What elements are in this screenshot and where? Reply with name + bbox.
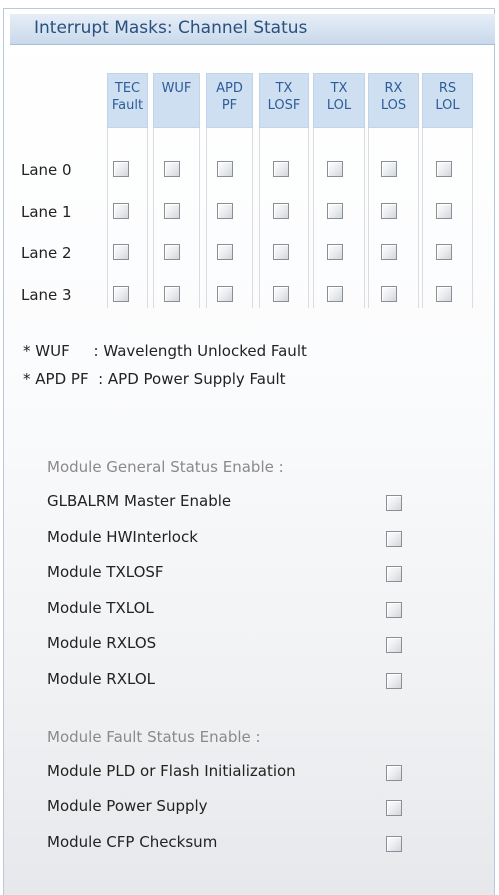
lane-0-tx-losf-checkbox[interactable] bbox=[273, 161, 289, 177]
lane-label-3: Lane 3 bbox=[21, 286, 72, 304]
column-header-apd-pf: APD PF bbox=[206, 73, 253, 128]
lane-2-rs-lol-checkbox[interactable] bbox=[436, 244, 452, 260]
lane-2-wuf-checkbox[interactable] bbox=[164, 244, 180, 260]
module-hwinterlock-checkbox[interactable] bbox=[386, 531, 402, 547]
lane-3-tx-losf-checkbox[interactable] bbox=[273, 286, 289, 302]
lane-2-tec-fault-checkbox[interactable] bbox=[113, 244, 129, 260]
lane-0-rx-los-checkbox[interactable] bbox=[381, 161, 397, 177]
lane-0-tx-lol-checkbox[interactable] bbox=[327, 161, 343, 177]
lane-0-wuf-checkbox[interactable] bbox=[164, 161, 180, 177]
module-txlosf-label: Module TXLOSF bbox=[47, 563, 164, 581]
lane-0-apd-pf-checkbox[interactable] bbox=[217, 161, 233, 177]
lane-3-rx-los-checkbox[interactable] bbox=[381, 286, 397, 302]
column-header-rx-los: RX LOS bbox=[368, 73, 419, 128]
module-rxlol-checkbox[interactable] bbox=[386, 673, 402, 689]
lane-1-rs-lol-checkbox[interactable] bbox=[436, 203, 452, 219]
lane-3-apd-pf-checkbox[interactable] bbox=[217, 286, 233, 302]
lane-0-tec-fault-checkbox[interactable] bbox=[113, 161, 129, 177]
column-header-rs-lol: RS LOL bbox=[422, 73, 473, 128]
lane-3-rs-lol-checkbox[interactable] bbox=[436, 286, 452, 302]
lane-3-wuf-checkbox[interactable] bbox=[164, 286, 180, 302]
lane-label-0: Lane 0 bbox=[21, 161, 72, 179]
module-power-supply-label: Module Power Supply bbox=[47, 797, 208, 815]
lane-1-apd-pf-checkbox[interactable] bbox=[217, 203, 233, 219]
lane-1-tx-lol-checkbox[interactable] bbox=[327, 203, 343, 219]
lane-3-tx-lol-checkbox[interactable] bbox=[327, 286, 343, 302]
lane-0-rs-lol-checkbox[interactable] bbox=[436, 161, 452, 177]
lane-1-tx-losf-checkbox[interactable] bbox=[273, 203, 289, 219]
general-status-section-label: Module General Status Enable : bbox=[47, 458, 284, 476]
module-cfp-checksum-checkbox[interactable] bbox=[386, 836, 402, 852]
column-header-tx-losf: TX LOSF bbox=[259, 73, 309, 128]
lane-2-tx-lol-checkbox[interactable] bbox=[327, 244, 343, 260]
module-txlosf-checkbox[interactable] bbox=[386, 566, 402, 582]
note-apd-pf: * APD PF : APD Power Supply Fault bbox=[23, 370, 286, 388]
column-header-tec-fault: TEC Fault bbox=[107, 73, 148, 128]
module-pld-flash-init-label: Module PLD or Flash Initialization bbox=[47, 762, 296, 780]
module-pld-flash-init-checkbox[interactable] bbox=[386, 765, 402, 781]
lane-1-tec-fault-checkbox[interactable] bbox=[113, 203, 129, 219]
module-rxlos-label: Module RXLOS bbox=[47, 634, 157, 652]
lane-label-1: Lane 1 bbox=[21, 203, 72, 221]
fault-status-section-label: Module Fault Status Enable : bbox=[47, 728, 261, 746]
column-header-tx-lol: TX LOL bbox=[313, 73, 365, 128]
lane-3-tec-fault-checkbox[interactable] bbox=[113, 286, 129, 302]
module-rxlos-checkbox[interactable] bbox=[386, 637, 402, 653]
module-hwinterlock-label: Module HWInterlock bbox=[47, 528, 198, 546]
lane-1-rx-los-checkbox[interactable] bbox=[381, 203, 397, 219]
note-wuf: * WUF : Wavelength Unlocked Fault bbox=[23, 342, 307, 360]
lane-1-wuf-checkbox[interactable] bbox=[164, 203, 180, 219]
lane-label-2: Lane 2 bbox=[21, 244, 72, 262]
module-rxlol-label: Module RXLOL bbox=[47, 670, 155, 688]
lane-2-apd-pf-checkbox[interactable] bbox=[217, 244, 233, 260]
column-header-wuf: WUF bbox=[153, 73, 200, 128]
panel-title: Interrupt Masks: Channel Status bbox=[34, 18, 308, 38]
lane-2-tx-losf-checkbox[interactable] bbox=[273, 244, 289, 260]
module-cfp-checksum-label: Module CFP Checksum bbox=[47, 833, 218, 851]
glbalrm-master-enable-checkbox[interactable] bbox=[386, 495, 402, 511]
module-txlol-checkbox[interactable] bbox=[386, 602, 402, 618]
glbalrm-master-enable-label: GLBALRM Master Enable bbox=[47, 492, 232, 510]
module-txlol-label: Module TXLOL bbox=[47, 599, 154, 617]
lane-2-rx-los-checkbox[interactable] bbox=[381, 244, 397, 260]
module-power-supply-checkbox[interactable] bbox=[386, 800, 402, 816]
